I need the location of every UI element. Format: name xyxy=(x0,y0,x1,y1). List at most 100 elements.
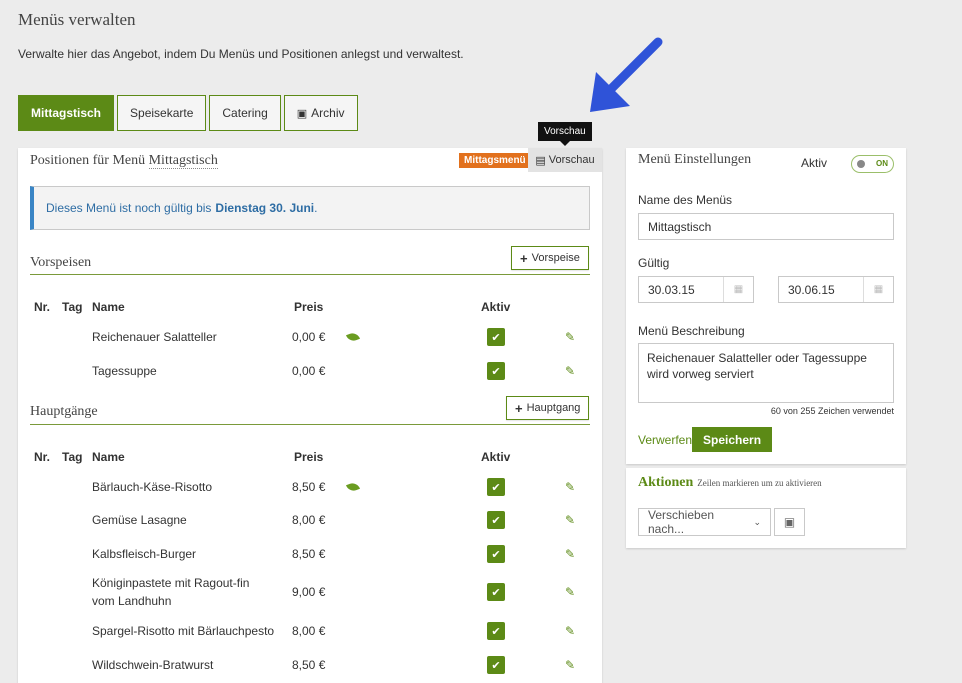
col-header-nr: Nr. xyxy=(34,300,51,314)
calendar-icon[interactable]: ▦ xyxy=(863,277,893,302)
item-price: 8,50 € xyxy=(292,547,326,561)
active-checkbox[interactable]: ✔ xyxy=(487,656,505,674)
validity-info: Dieses Menü ist noch gültig bis Dienstag… xyxy=(30,186,590,230)
chevron-down-icon: ⌄ xyxy=(753,516,761,527)
item-price: 8,00 € xyxy=(292,624,326,638)
edit-pencil-icon[interactable]: ✎ xyxy=(565,658,575,672)
menu-type-badge: Mittagsmenü xyxy=(459,153,531,168)
item-price: 0,00 € xyxy=(292,330,326,344)
actions-title: Aktionen Zeilen markieren um zu aktiviere… xyxy=(638,475,822,491)
actions-title-text: Aktionen xyxy=(638,475,694,490)
col-header-nr: Nr. xyxy=(34,450,51,464)
positions-menu-name[interactable]: Mittagstisch xyxy=(148,153,218,169)
active-checkbox[interactable]: ✔ xyxy=(487,328,505,346)
active-checkbox[interactable]: ✔ xyxy=(487,511,505,529)
tab-speisekarte[interactable]: Speisekarte xyxy=(117,95,207,131)
preview-label: Vorschau xyxy=(548,154,595,166)
section-title-hauptgaenge: Hauptgänge xyxy=(30,404,98,419)
menu-settings-panel: Menü Einstellungen Aktiv ON Name des Men… xyxy=(626,148,906,464)
edit-pencil-icon[interactable]: ✎ xyxy=(565,547,575,561)
add-vorspeise-label: Vorspeise xyxy=(531,252,580,264)
edit-pencil-icon[interactable]: ✎ xyxy=(565,364,575,378)
col-header-tag: Tag xyxy=(62,300,83,314)
settings-title: Menü Einstellungen xyxy=(638,152,752,167)
page-subtitle: Verwalte hier das Angebot, indem Du Menü… xyxy=(18,47,464,61)
info-end: . xyxy=(314,201,318,215)
vegetarian-leaf-icon xyxy=(345,331,361,343)
info-date: Dienstag 30. Juni xyxy=(215,201,315,215)
name-label: Name des Menüs xyxy=(638,193,733,207)
tab-mittagstisch[interactable]: Mittagstisch xyxy=(18,95,115,131)
toggle-knob xyxy=(857,160,865,168)
edit-pencil-icon[interactable]: ✎ xyxy=(565,624,575,638)
save-button[interactable]: Speichern xyxy=(692,427,773,452)
tab-archiv[interactable]: ▣ Archiv xyxy=(283,95,358,131)
item-price: 9,00 € xyxy=(292,585,326,599)
plus-icon: + xyxy=(515,400,523,416)
edit-pencil-icon[interactable]: ✎ xyxy=(565,480,575,494)
tab-catering[interactable]: Catering xyxy=(209,95,281,131)
valid-from-value: 30.03.15 xyxy=(648,282,695,297)
active-label: Aktiv xyxy=(801,156,828,170)
archive-icon: ▣ xyxy=(783,515,796,529)
valid-from-field[interactable]: 30.03.15 ▦ xyxy=(638,276,754,303)
page-title: Menüs verwalten xyxy=(18,10,136,29)
active-checkbox[interactable]: ✔ xyxy=(487,583,505,601)
active-checkbox[interactable]: ✔ xyxy=(487,362,505,380)
col-header-tag: Tag xyxy=(62,450,83,464)
active-checkbox[interactable]: ✔ xyxy=(487,622,505,640)
edit-pencil-icon[interactable]: ✎ xyxy=(565,330,575,344)
edit-pencil-icon[interactable]: ✎ xyxy=(565,513,575,527)
add-hauptgang-button[interactable]: + Hauptgang xyxy=(506,396,590,420)
positions-title-prefix: Positionen für Menü xyxy=(30,153,146,168)
active-toggle[interactable]: ON xyxy=(851,155,894,173)
section-divider xyxy=(30,424,590,425)
info-text: Dieses Menü ist noch gültig bis xyxy=(46,201,212,215)
archive-button[interactable]: ▣ xyxy=(774,508,805,536)
menu-name-value: Mittagstisch xyxy=(648,219,712,234)
positions-title: Positionen für Menü Mittagstisch xyxy=(30,153,218,169)
arrow-icon xyxy=(590,37,663,112)
tab-label: Catering xyxy=(222,106,268,120)
archive-icon: ▣ xyxy=(296,107,308,120)
description-textarea[interactable]: Reichenauer Salatteller oder Tagessuppe … xyxy=(638,343,894,403)
move-to-label: Verschieben nach... xyxy=(648,508,715,536)
col-header-name: Name xyxy=(92,450,125,464)
tab-label: Speisekarte xyxy=(130,106,194,120)
col-header-active: Aktiv xyxy=(481,300,511,314)
discard-link[interactable]: Verwerfen xyxy=(638,433,692,447)
valid-to-value: 30.06.15 xyxy=(788,282,835,297)
item-name: Kalbsfleisch-Burger xyxy=(92,547,197,561)
menu-tabs: Mittagstisch Speisekarte Catering ▣ Archi… xyxy=(18,95,358,131)
positions-panel: Positionen für Menü Mittagstisch Mittags… xyxy=(18,148,602,683)
item-name: Tagessuppe xyxy=(92,364,157,378)
preview-button[interactable]: ▤ Vorschau xyxy=(528,148,602,172)
col-header-active: Aktiv xyxy=(481,450,511,464)
actions-panel: Aktionen Zeilen markieren um zu aktiviere… xyxy=(626,468,906,548)
preview-tooltip: Vorschau xyxy=(538,122,592,146)
col-header-price: Preis xyxy=(294,300,324,314)
valid-to-field[interactable]: 30.06.15 ▦ xyxy=(778,276,894,303)
calendar-icon[interactable]: ▦ xyxy=(723,277,753,302)
valid-label: Gültig xyxy=(638,256,670,270)
item-name: Reichenauer Salatteller xyxy=(92,330,217,344)
menu-name-field[interactable]: Mittagstisch xyxy=(638,213,894,240)
move-to-select[interactable]: Verschieben nach... ⌄ xyxy=(638,508,771,536)
tab-label: Archiv xyxy=(311,106,345,120)
preview-icon: ▤ xyxy=(535,154,546,167)
active-checkbox[interactable]: ✔ xyxy=(487,545,505,563)
plus-icon: + xyxy=(520,250,528,266)
col-header-name: Name xyxy=(92,300,125,314)
tab-label: Mittagstisch xyxy=(31,106,102,120)
active-checkbox[interactable]: ✔ xyxy=(487,478,505,496)
item-name: Spargel-Risotto mit Bärlauchpesto xyxy=(92,624,275,638)
add-vorspeise-button[interactable]: + Vorspeise xyxy=(511,246,589,270)
edit-pencil-icon[interactable]: ✎ xyxy=(565,585,575,599)
vegetarian-leaf-icon xyxy=(345,481,361,493)
item-price: 8,50 € xyxy=(292,480,326,494)
description-label: Menü Beschreibung xyxy=(638,324,745,338)
char-counter: 60 von 255 Zeichen verwendet xyxy=(770,406,894,416)
item-name: Königinpastete mit Ragout-fin xyxy=(92,576,250,590)
add-hauptgang-label: Hauptgang xyxy=(526,402,581,414)
section-divider xyxy=(30,274,590,275)
